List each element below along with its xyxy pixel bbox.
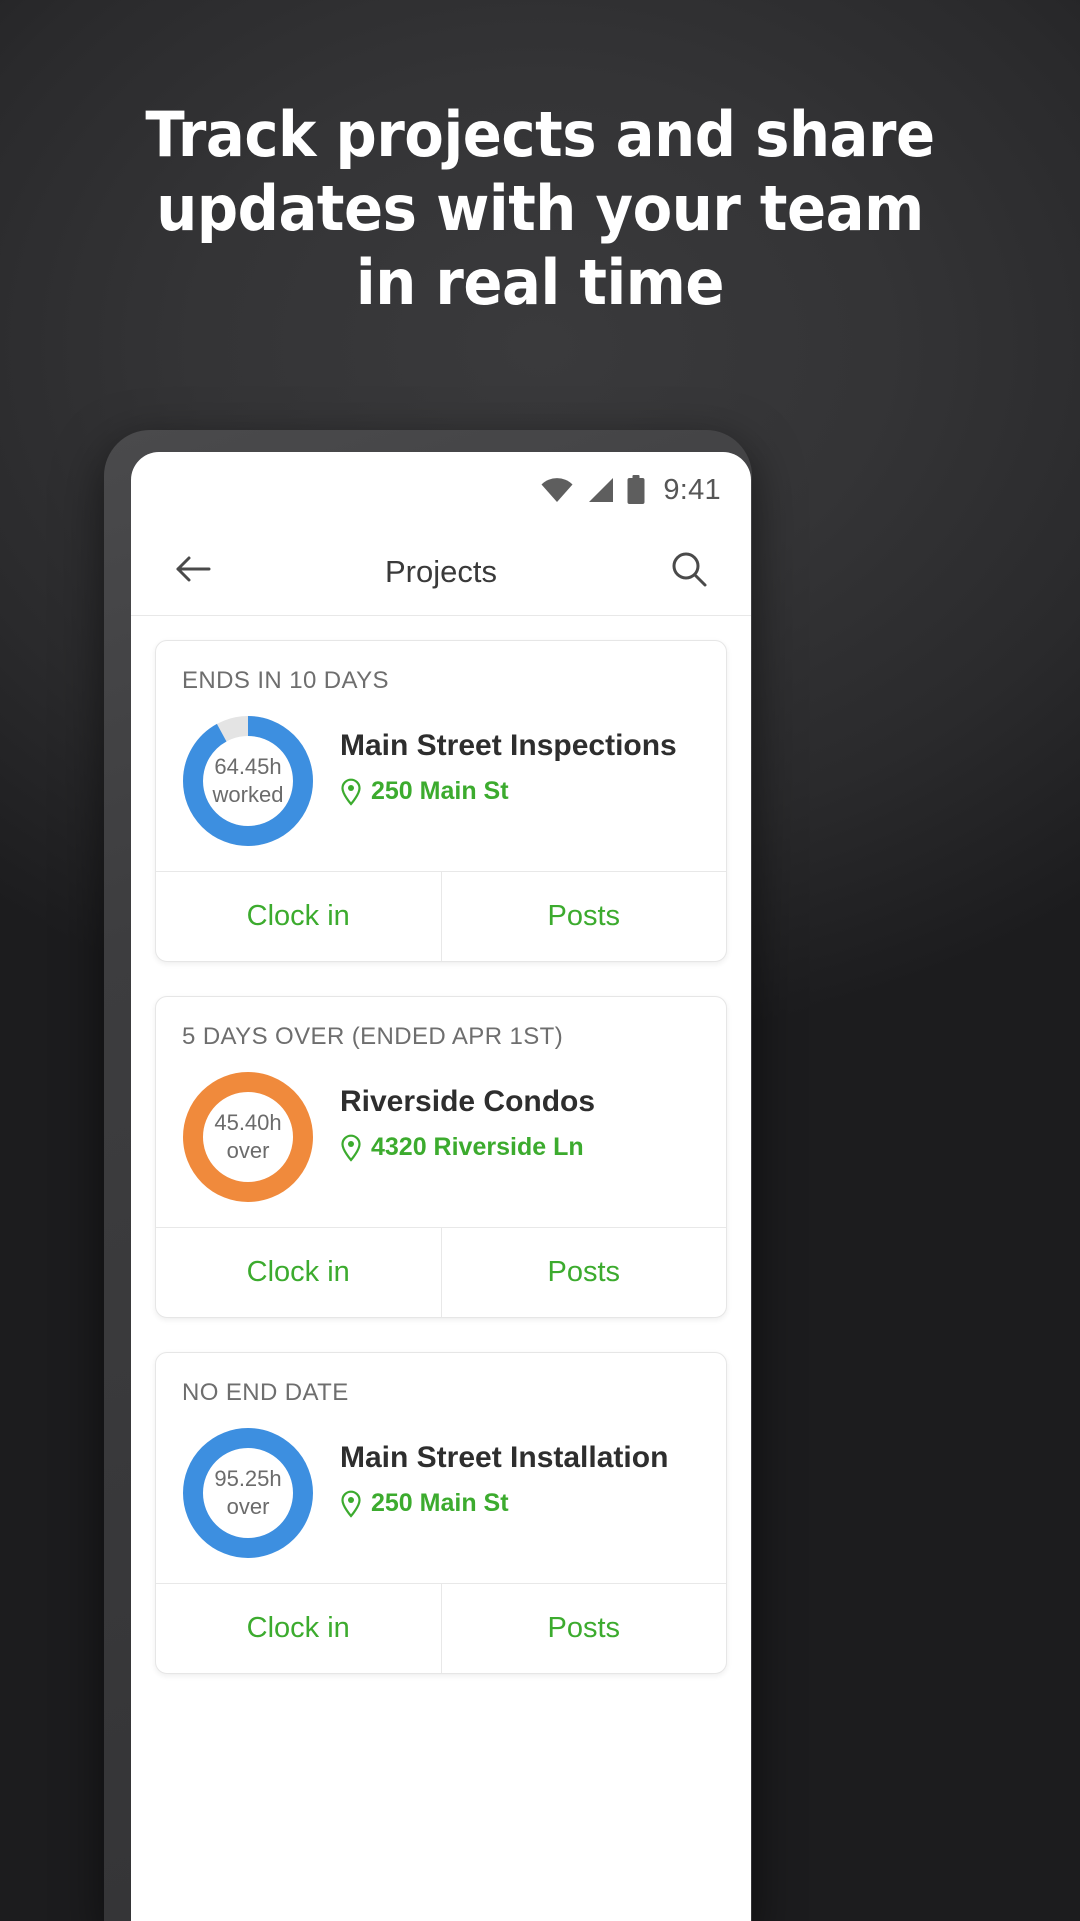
project-info: Main Street Installation 250 Main St: [340, 1427, 668, 1518]
project-info: Riverside Condos 4320 Riverside Ln: [340, 1071, 595, 1162]
project-name: Riverside Condos: [340, 1085, 596, 1118]
project-name: Main Street Installation: [340, 1441, 669, 1474]
clock-in-button[interactable]: Clock in: [156, 1584, 441, 1673]
project-address[interactable]: 250 Main St: [340, 777, 677, 806]
headline-line-3: in real time: [355, 246, 725, 319]
hours-value: 45.40h: [214, 1110, 282, 1135]
headline-line-1: Track projects and share: [145, 98, 935, 171]
hours-value: 95.25h: [214, 1466, 282, 1491]
donut-label: 64.45h worked: [182, 715, 314, 847]
project-card[interactable]: ENDS IN 10 DAYS 64.45h worked Main Stree…: [155, 640, 727, 962]
wifi-icon: [540, 477, 574, 503]
project-card-actions: Clock in Posts: [156, 1583, 726, 1673]
location-pin-icon: [340, 778, 362, 806]
clock-in-button[interactable]: Clock in: [156, 872, 441, 961]
project-card-list: ENDS IN 10 DAYS 64.45h worked Main Stree…: [131, 616, 751, 1674]
project-status-label: 5 DAYS OVER (ENDED APR 1ST): [182, 1023, 564, 1050]
hours-caption: over: [226, 1138, 270, 1163]
project-card-main: 95.25h over Main Street Installation 250…: [182, 1427, 700, 1559]
hours-caption: worked: [212, 782, 284, 807]
hours-donut-chart: 95.25h over: [182, 1427, 314, 1559]
location-pin-icon: [340, 1490, 362, 1518]
project-status-label: NO END DATE: [182, 1379, 349, 1406]
clock-in-button[interactable]: Clock in: [156, 1228, 441, 1317]
status-bar: 9:41: [131, 452, 751, 528]
posts-button[interactable]: Posts: [440, 1228, 727, 1317]
cellular-signal-icon: [585, 477, 615, 503]
project-card-body: NO END DATE 95.25h over Main Street Inst…: [156, 1353, 726, 1583]
search-icon: [669, 549, 709, 594]
project-info: Main Street Inspections 250 Main St: [340, 715, 677, 806]
hours-value: 64.45h: [214, 754, 282, 779]
project-status-label: ENDS IN 10 DAYS: [182, 667, 389, 694]
project-address-text: 4320 Riverside Ln: [371, 1133, 584, 1161]
project-card-main: 45.40h over Riverside Condos 4320 Rivers…: [182, 1071, 700, 1203]
battery-icon: [626, 475, 646, 505]
back-arrow-icon: [174, 553, 212, 590]
project-address-text: 250 Main St: [371, 777, 509, 805]
posts-button[interactable]: Posts: [440, 872, 727, 961]
project-card-body: ENDS IN 10 DAYS 64.45h worked Main Stree…: [156, 641, 726, 871]
donut-label: 45.40h over: [182, 1071, 314, 1203]
hours-caption: over: [226, 1494, 270, 1519]
headline-line-2: updates with your team: [156, 172, 924, 245]
project-address[interactable]: 4320 Riverside Ln: [340, 1133, 595, 1162]
app-bar: Projects: [131, 528, 751, 616]
hours-donut-chart: 64.45h worked: [182, 715, 314, 847]
search-button[interactable]: [663, 546, 715, 598]
back-button[interactable]: [167, 546, 219, 598]
hours-donut-chart: 45.40h over: [182, 1071, 314, 1203]
project-card-actions: Clock in Posts: [156, 871, 726, 961]
project-card-body: 5 DAYS OVER (ENDED APR 1ST) 45.40h over …: [156, 997, 726, 1227]
location-pin-icon: [340, 1134, 362, 1162]
phone-screen: 9:41 Projects ENDS IN 10 DAYS 64.45h wor…: [131, 452, 751, 1921]
project-card-actions: Clock in Posts: [156, 1227, 726, 1317]
status-bar-time: 9:41: [663, 473, 721, 506]
project-card[interactable]: NO END DATE 95.25h over Main Street Inst…: [155, 1352, 727, 1674]
marketing-headline: Track projects and share updates with yo…: [38, 98, 1042, 320]
posts-button[interactable]: Posts: [440, 1584, 727, 1673]
project-address-text: 250 Main St: [371, 1489, 509, 1517]
project-card[interactable]: 5 DAYS OVER (ENDED APR 1ST) 45.40h over …: [155, 996, 727, 1318]
project-address[interactable]: 250 Main St: [340, 1489, 668, 1518]
page-title: Projects: [385, 553, 497, 589]
project-name: Main Street Inspections: [340, 729, 677, 762]
donut-label: 95.25h over: [182, 1427, 314, 1559]
project-card-main: 64.45h worked Main Street Inspections 25…: [182, 715, 700, 847]
